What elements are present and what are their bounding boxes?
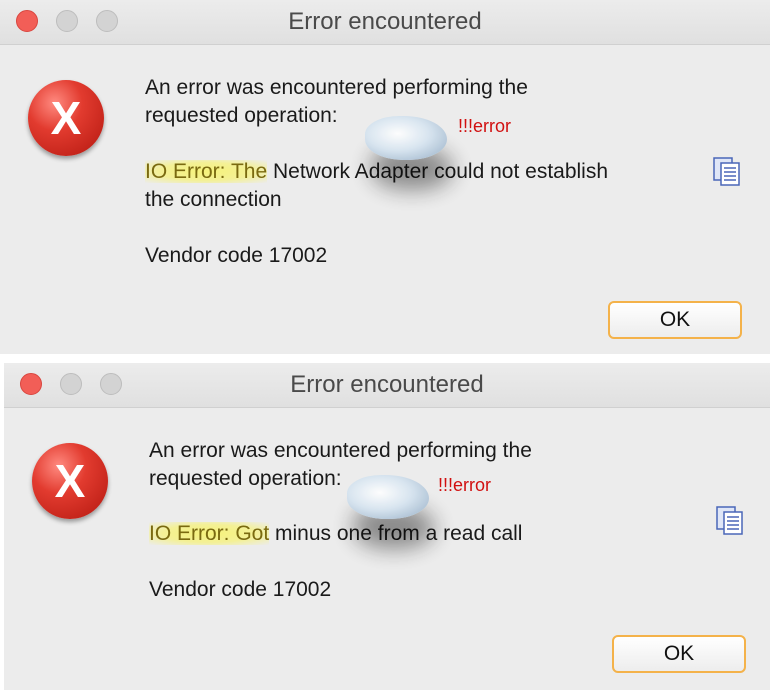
ok-button[interactable]: OK: [612, 635, 746, 673]
copy-icon[interactable]: [715, 505, 745, 535]
title-bar: Error encountered: [0, 0, 770, 45]
error-highlight: IO Error: The: [145, 160, 268, 183]
message-line: An error was encountered performing the: [145, 76, 528, 99]
dialog-title: Error encountered: [290, 371, 484, 398]
error-icon: X: [32, 443, 108, 519]
annotation-tag: !!!error: [458, 116, 512, 136]
annotation-tag: !!!error: [438, 475, 492, 495]
title-bar: Error encountered: [4, 363, 770, 408]
error-detail-line: the connection: [145, 188, 282, 211]
error-dialog-2: Error encountered X An error was encount…: [4, 363, 770, 690]
vendor-code: Vendor code 17002: [145, 244, 328, 267]
error-highlight: IO Error: Got: [149, 522, 270, 545]
error-detail-text: Network Adapter could not establish: [267, 160, 609, 183]
error-dialog-1: Error encountered X An error was encount…: [0, 0, 770, 354]
message-line: An error was encountered performing the: [149, 439, 532, 462]
ok-button[interactable]: OK: [608, 301, 742, 339]
copy-icon[interactable]: [712, 156, 742, 186]
dialog-title: Error encountered: [288, 8, 482, 35]
error-detail: IO Error: Got minus one from a read call: [149, 520, 522, 548]
vendor-code: Vendor code 17002: [149, 578, 332, 601]
cloud-sticker-icon: [365, 116, 447, 160]
cloud-sticker-icon: [347, 475, 429, 519]
error-icon: X: [28, 80, 104, 156]
error-detail: IO Error: The Network Adapter could not …: [145, 158, 608, 214]
error-detail-text: minus one from a read call: [269, 522, 523, 545]
